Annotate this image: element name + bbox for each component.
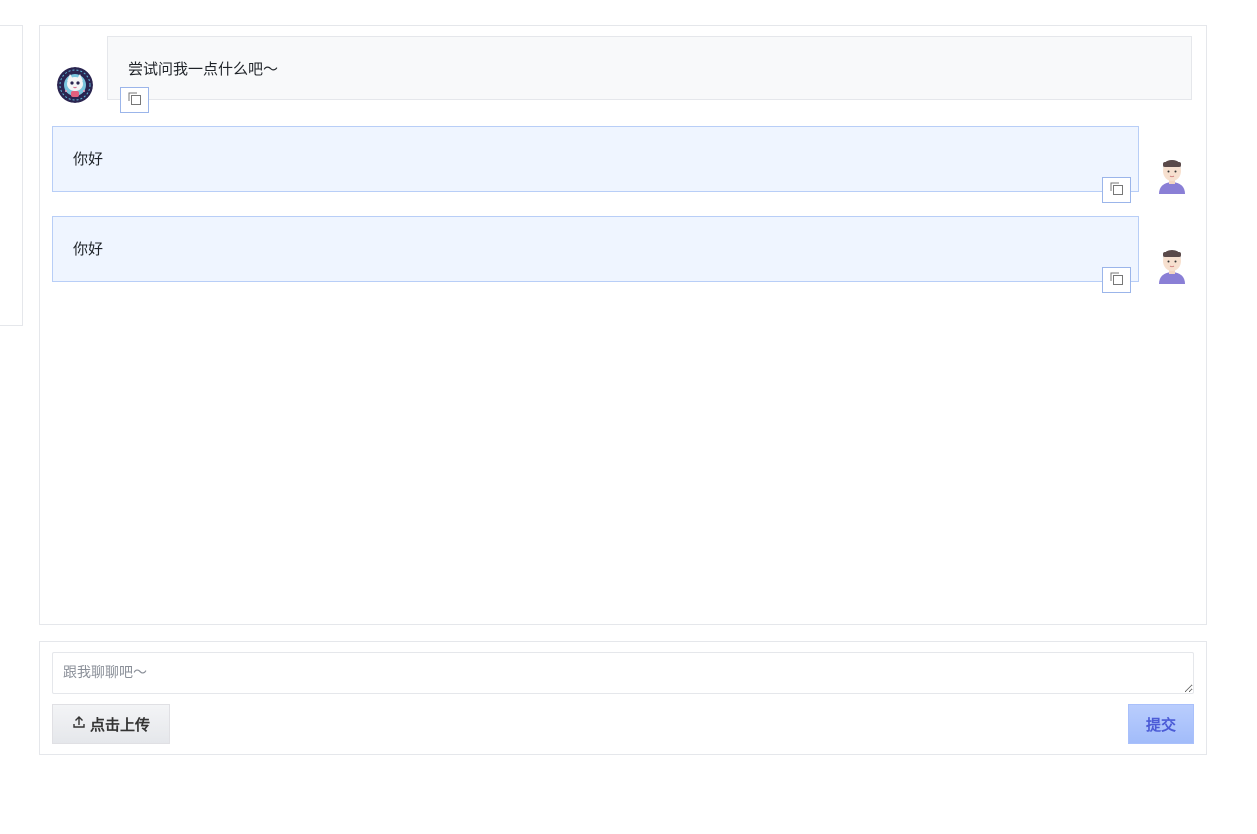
user-message-bubble: 你好 <box>52 216 1139 282</box>
user-avatar-icon <box>1154 244 1190 284</box>
user-message-bubble: 你好 <box>52 126 1139 192</box>
submit-button-label: 提交 <box>1145 715 1176 734</box>
bot-copy-button[interactable] <box>120 87 149 113</box>
upload-button-label: 点击上传 <box>89 715 150 734</box>
left-panel <box>0 25 23 326</box>
copy-icon <box>1110 271 1124 290</box>
input-panel: 点击上传 提交 <box>39 641 1207 755</box>
chat-history[interactable]: 尝试问我一点什么吧～ 你好 你好 <box>39 25 1207 625</box>
bot-message-text: 尝试问我一点什么吧～ <box>128 60 279 78</box>
user-message-text: 你好 <box>73 240 104 258</box>
copy-icon <box>1110 181 1124 200</box>
upload-icon <box>72 715 86 733</box>
user-avatar-icon <box>1154 154 1190 194</box>
chat-input[interactable] <box>52 652 1194 694</box>
bot-message-bubble: 尝试问我一点什么吧～ <box>107 36 1192 100</box>
upload-button[interactable]: 点击上传 <box>52 704 170 744</box>
user-copy-button[interactable] <box>1102 177 1131 203</box>
copy-icon <box>128 91 142 110</box>
submit-button[interactable]: 提交 <box>1128 704 1194 744</box>
user-message-text: 你好 <box>73 150 104 168</box>
bot-avatar-icon <box>57 67 93 103</box>
user-copy-button[interactable] <box>1102 267 1131 293</box>
